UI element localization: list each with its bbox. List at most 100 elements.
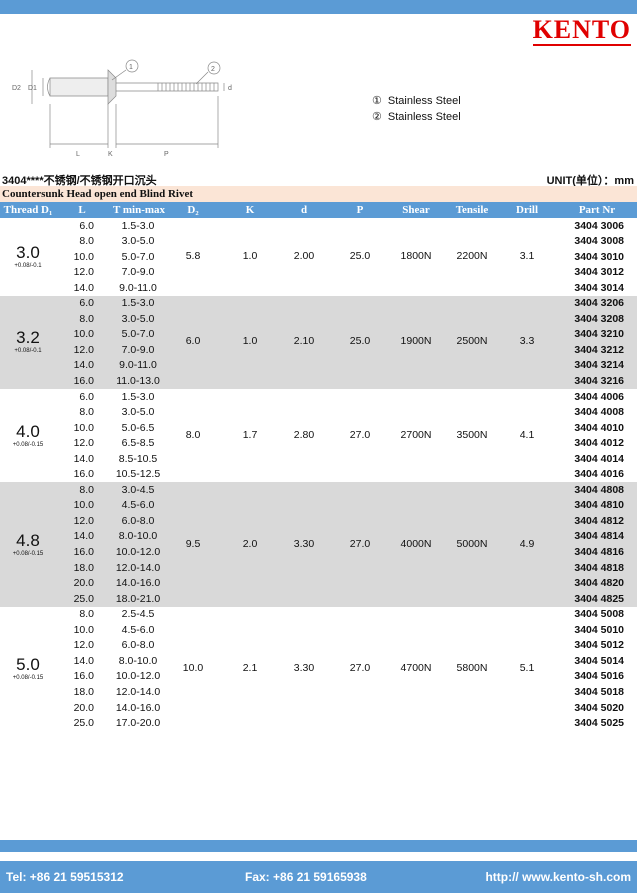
cell-l: 16.0 xyxy=(73,468,94,481)
cell-l: 10.0 xyxy=(73,623,94,636)
part-number: 3404 4808 xyxy=(574,483,624,496)
cell-l: 12.0 xyxy=(73,437,94,450)
cell-l: 25.0 xyxy=(73,717,94,730)
cell-t: 7.0-9.0 xyxy=(121,266,155,279)
part-number: 3404 3012 xyxy=(574,266,624,279)
cell-t: 7.0-9.0 xyxy=(121,343,155,356)
size-group: 3.0 +0.08/-0.1 5.8 1.0 2.00 25.0 1800N 2200N 3.1… xyxy=(0,218,637,296)
cell-l: 14.0 xyxy=(73,281,94,294)
header-drill: Drill xyxy=(516,204,538,216)
cell-d2: 5.8 xyxy=(185,249,201,262)
cell-drill: 4.9 xyxy=(519,537,535,550)
label-l: L xyxy=(76,151,80,158)
part-number: 3404 5016 xyxy=(574,670,624,683)
thread-diameter: 3.0 xyxy=(16,242,40,262)
cell-d2: 6.0 xyxy=(185,335,201,348)
cell-shear: 2700N xyxy=(400,428,432,441)
cell-l: 14.0 xyxy=(73,654,94,667)
header-t: T min-max xyxy=(112,204,166,216)
cell-d2: 10.0 xyxy=(182,661,204,674)
cell-drill: 5.1 xyxy=(519,661,535,674)
cell-t: 11.0-13.0 xyxy=(116,375,160,387)
cell-t: 17.0-20.0 xyxy=(115,717,161,730)
footer-stripe xyxy=(0,840,637,852)
material-row: ① Stainless Steel xyxy=(372,93,461,109)
part-number: 3404 4825 xyxy=(574,592,624,605)
part-number: 3404 4014 xyxy=(574,452,624,465)
cell-l: 14.0 xyxy=(73,452,94,465)
cell-tensile: 5000N xyxy=(456,537,488,550)
part-number: 3404 4810 xyxy=(574,499,624,512)
cell-t: 8.5-10.5 xyxy=(118,452,158,465)
label-d: d xyxy=(228,85,232,92)
callout-2: 2 xyxy=(211,66,215,73)
size-group: 4.8 +0.08/-0.15 9.5 2.0 3.30 27.0 4000N 5000N 4.… xyxy=(0,482,637,607)
header-tensile: Tensile xyxy=(455,204,489,216)
part-number: 3404 4012 xyxy=(574,437,624,450)
part-number: 3404 4820 xyxy=(574,577,624,590)
cell-t: 3.0-5.0 xyxy=(121,235,155,248)
thread-tolerance: +0.08/-0.15 xyxy=(12,441,44,448)
cell-d: 2.80 xyxy=(293,428,315,441)
cell-t: 12.0-14.0 xyxy=(115,561,161,574)
rivet-drawing: D2 D1 L K P d 1 2 xyxy=(12,59,232,158)
size-group: 5.0 +0.08/-0.15 10.0 2.1 3.30 27.0 4700N 5800N 5… xyxy=(0,607,637,731)
label-d2: D2 xyxy=(12,85,21,92)
cell-p: 27.0 xyxy=(349,428,371,441)
callout-1: 1 xyxy=(129,64,133,71)
cell-t: 8.0-10.0 xyxy=(118,530,158,543)
cell-t: 3.0-5.0 xyxy=(121,312,155,325)
part-number: 3404 3214 xyxy=(574,359,624,372)
part-number: 3404 4006 xyxy=(574,390,624,403)
cell-tensile: 3500N xyxy=(456,428,488,441)
footer-website[interactable]: http:// www.kento-sh.com xyxy=(485,870,631,884)
cell-shear: 1800N xyxy=(400,249,432,262)
cell-t: 4.5-6.0 xyxy=(121,623,155,636)
cell-d2: 8.0 xyxy=(185,428,201,441)
cell-t: 1.5-3.0 xyxy=(121,219,155,232)
cell-p: 25.0 xyxy=(349,249,371,262)
cell-p: 25.0 xyxy=(349,335,371,348)
cell-drill: 3.3 xyxy=(519,335,535,348)
cell-t: 1.5-3.0 xyxy=(121,390,155,403)
cell-l: 14.0 xyxy=(73,530,94,543)
label-k: K xyxy=(108,151,113,158)
cell-t: 1.5-3.0 xyxy=(121,297,155,310)
material-name: Stainless Steel xyxy=(387,111,461,123)
thread-diameter: 5.0 xyxy=(16,654,40,674)
top-banner xyxy=(0,0,637,14)
cell-l: 20.0 xyxy=(73,577,94,590)
cell-k: 1.0 xyxy=(242,249,258,262)
part-number: 3404 3208 xyxy=(574,312,624,325)
part-number: 3404 4008 xyxy=(574,406,624,419)
cell-tensile: 2500N xyxy=(456,335,488,348)
part-number: 3404 3014 xyxy=(574,281,624,294)
header-l: L xyxy=(78,204,86,216)
cell-t: 3.0-5.0 xyxy=(121,406,155,419)
cell-drill: 3.1 xyxy=(519,249,535,262)
cell-t: 5.0-6.5 xyxy=(121,421,155,434)
cell-t: 5.0-7.0 xyxy=(121,328,155,341)
cell-t: 4.5-6.0 xyxy=(121,499,155,512)
cell-tensile: 5800N xyxy=(456,661,488,674)
cell-t: 6.5-8.5 xyxy=(121,437,155,450)
cell-k: 1.0 xyxy=(242,335,258,348)
part-number: 3404 3206 xyxy=(574,297,624,310)
header-part: Part Nr xyxy=(578,204,616,216)
footer-fax: Fax: +86 21 59165938 xyxy=(245,870,367,884)
cell-p: 27.0 xyxy=(349,537,371,550)
part-number: 3404 3010 xyxy=(574,250,624,263)
cell-k: 2.1 xyxy=(242,661,258,674)
cell-t: 9.0-11.0 xyxy=(119,281,157,294)
thread-diameter: 4.8 xyxy=(16,530,40,550)
cell-l: 25.0 xyxy=(73,592,94,605)
cell-p: 27.0 xyxy=(349,661,371,674)
cell-tensile: 2200N xyxy=(456,249,488,262)
cell-l: 8.0 xyxy=(79,406,94,419)
cell-l: 12.0 xyxy=(73,343,94,356)
cell-t: 6.0-8.0 xyxy=(121,514,155,527)
header-k: K xyxy=(245,204,255,216)
cell-l: 12.0 xyxy=(73,514,94,527)
material-number: ② xyxy=(372,111,382,123)
cell-shear: 1900N xyxy=(400,335,432,348)
